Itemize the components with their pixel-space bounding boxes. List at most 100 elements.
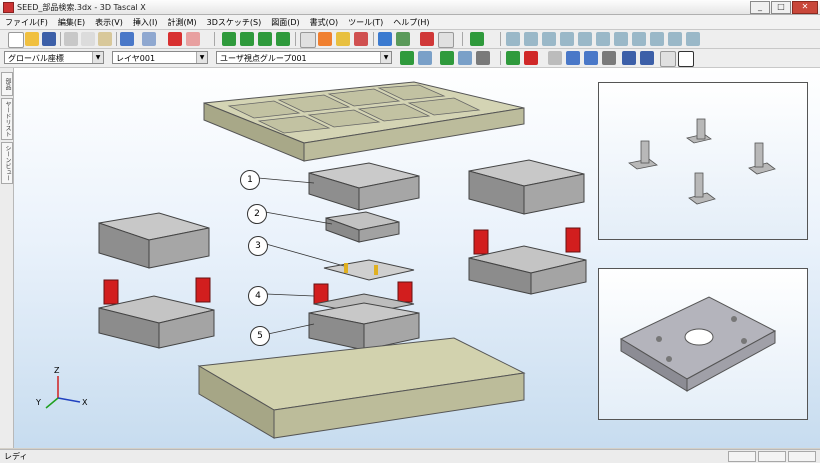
title-bar: SEED_部品検索.3dx - 3D Tascal X _ □ ✕: [0, 0, 820, 15]
plate-part-canvas: [619, 296, 777, 392]
menu-drawing[interactable]: 図面(D): [266, 17, 304, 28]
status-cell-1: [728, 451, 756, 462]
side-tab-yard[interactable]: ヤードリスト: [1, 98, 13, 140]
part-view-9-icon[interactable]: [650, 32, 664, 46]
stop-icon[interactable]: [524, 51, 538, 65]
coordinate-combo[interactable]: グローバル座標 ▼: [4, 51, 104, 64]
table-icon[interactable]: [438, 32, 454, 48]
menu-format[interactable]: 書式(O): [305, 17, 344, 28]
menu-3dsketch[interactable]: 3Dスケッチ(S): [202, 17, 267, 28]
menu-view[interactable]: 表示(V): [90, 17, 128, 28]
frame-icon[interactable]: [678, 51, 694, 67]
part-view-7-icon[interactable]: [614, 32, 628, 46]
cut-icon[interactable]: [64, 32, 78, 46]
section-icon[interactable]: [336, 32, 350, 46]
part-view-2-icon[interactable]: [524, 32, 538, 46]
layer-tool-3-icon[interactable]: [440, 51, 454, 65]
chevron-down-icon[interactable]: ▼: [92, 52, 103, 63]
view-green-4-icon[interactable]: [276, 32, 290, 46]
menu-edit[interactable]: 編集(E): [53, 17, 90, 28]
status-cell-2: [758, 451, 786, 462]
view-green-1-icon[interactable]: [222, 32, 236, 46]
pan-icon[interactable]: [566, 51, 580, 65]
paste-icon[interactable]: [98, 32, 112, 46]
assembly-icon[interactable]: [470, 32, 484, 46]
layer-combo-value: レイヤ001: [116, 54, 156, 63]
maximize-button[interactable]: □: [771, 0, 791, 14]
close-button[interactable]: ✕: [792, 0, 818, 14]
delete-icon[interactable]: [168, 32, 182, 46]
measure-icon[interactable]: [318, 32, 332, 46]
callout-5: 5: [250, 326, 270, 346]
new-file-icon[interactable]: [8, 32, 24, 48]
upper-frame-part[interactable]: [203, 81, 525, 162]
undo-icon[interactable]: [120, 32, 134, 46]
group-combo-value: ユーザ視点グループ001: [220, 54, 307, 63]
color-icon[interactable]: [354, 32, 368, 46]
sketch-icon[interactable]: [396, 32, 410, 46]
part-view-5-icon[interactable]: [578, 32, 592, 46]
window-title: SEED_部品検索.3dx - 3D Tascal X: [17, 2, 146, 12]
rotate-icon[interactable]: [548, 51, 562, 65]
guide-parts-canvas: [628, 118, 776, 205]
open-folder-icon[interactable]: [25, 32, 39, 46]
layer-tool-4-icon[interactable]: [458, 51, 472, 65]
copy-icon[interactable]: [81, 32, 95, 46]
save-icon[interactable]: [42, 32, 56, 46]
left-die-assembly[interactable]: [98, 212, 215, 349]
zoom-icon[interactable]: [584, 51, 598, 65]
callout-4: 4: [248, 286, 268, 306]
layer-tool-5-icon[interactable]: [476, 51, 490, 65]
chevron-down-icon[interactable]: ▼: [196, 52, 207, 63]
dimension-icon[interactable]: [420, 32, 434, 46]
part-view-6-icon[interactable]: [596, 32, 610, 46]
app-icon[interactable]: [3, 1, 14, 13]
part-view-11-icon[interactable]: [686, 32, 700, 46]
part-view-1-icon[interactable]: [506, 32, 520, 46]
standard-toolbar: [0, 30, 820, 49]
inset-view-guides[interactable]: [598, 82, 808, 240]
part-view-3-icon[interactable]: [542, 32, 556, 46]
redo-icon[interactable]: [142, 32, 156, 46]
material-icon[interactable]: [640, 51, 654, 65]
menu-measure[interactable]: 計測(M): [162, 17, 201, 28]
axis-triad: [45, 376, 81, 409]
green-check-icon[interactable]: [506, 51, 520, 65]
part-view-8-icon[interactable]: [632, 32, 646, 46]
menu-tools[interactable]: ツール(T): [343, 17, 388, 28]
light-icon[interactable]: [622, 51, 636, 65]
render-icon[interactable]: [660, 51, 676, 67]
callout-3: 3: [248, 236, 268, 256]
view-green-3-icon[interactable]: [258, 32, 272, 46]
part-3-stripper[interactable]: [323, 259, 415, 281]
status-text: レディ: [4, 452, 28, 461]
layer-tool-1-icon[interactable]: [400, 51, 414, 65]
part-5-lower-die[interactable]: [308, 302, 420, 351]
base-plate-part[interactable]: [197, 337, 526, 439]
side-tab-scene[interactable]: シーンビュー: [1, 142, 13, 184]
callout-2: 2: [247, 204, 267, 224]
layer-combo[interactable]: レイヤ001 ▼: [112, 51, 208, 64]
menu-help[interactable]: ヘルプ(H): [388, 17, 434, 28]
group-combo[interactable]: ユーザ視点グループ001 ▼: [216, 51, 392, 64]
layer-tool-2-icon[interactable]: [418, 51, 432, 65]
part-2-punch-plate[interactable]: [325, 211, 400, 243]
menu-file[interactable]: ファイル(F): [0, 17, 53, 28]
minimize-button[interactable]: _: [750, 0, 770, 14]
annotate-icon[interactable]: [378, 32, 392, 46]
side-tab-parts[interactable]: 部品: [1, 72, 13, 96]
left-panel-strip: 部品 ヤードリスト シーンビュー: [0, 68, 14, 448]
status-cell-3: [788, 451, 816, 462]
menu-insert[interactable]: 挿入(I): [128, 17, 163, 28]
fit-icon[interactable]: [602, 51, 616, 65]
part-1-upper-plate[interactable]: [308, 162, 420, 211]
select-icon[interactable]: [300, 32, 316, 48]
part-view-4-icon[interactable]: [560, 32, 574, 46]
part-view-10-icon[interactable]: [668, 32, 682, 46]
explode-icon[interactable]: [186, 32, 200, 46]
view-green-2-icon[interactable]: [240, 32, 254, 46]
inset-view-plate[interactable]: [598, 268, 808, 420]
chevron-down-icon[interactable]: ▼: [380, 52, 391, 63]
right-die-assembly[interactable]: [468, 159, 587, 295]
3d-viewport[interactable]: Z Y X 1 2 3 4 5: [14, 68, 820, 448]
